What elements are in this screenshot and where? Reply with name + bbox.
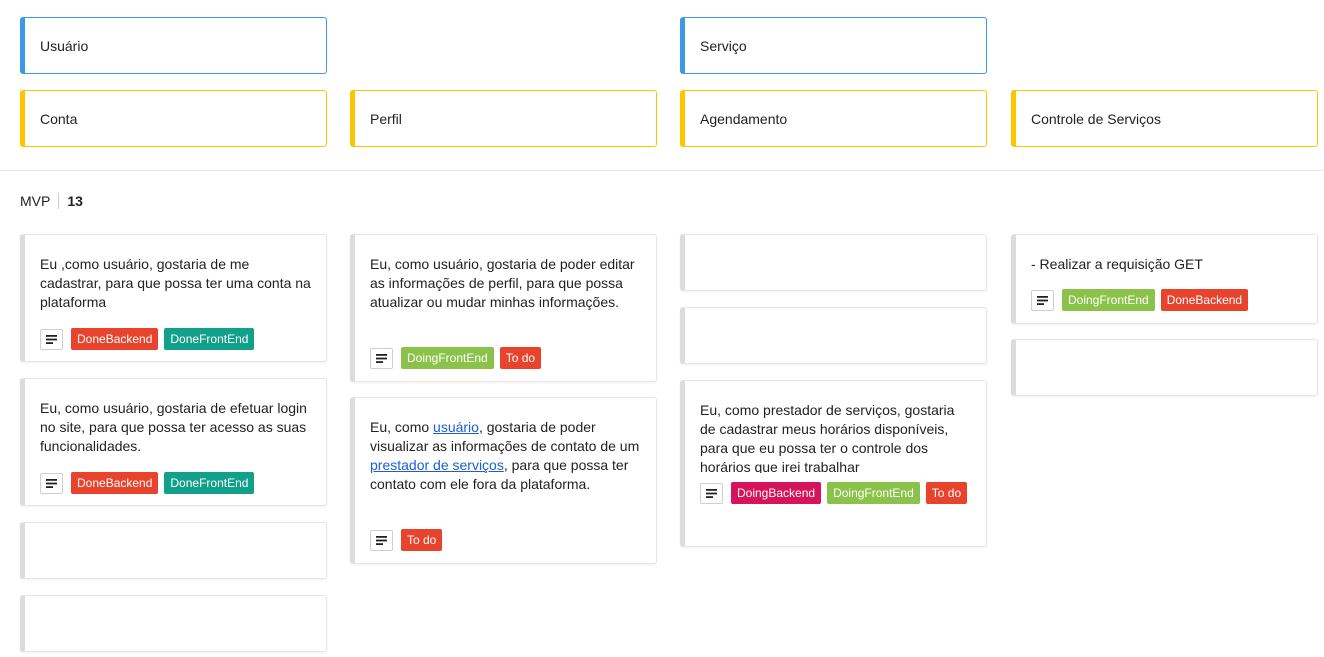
task-label: Agendamento xyxy=(700,110,788,127)
text-lines-icon[interactable] xyxy=(40,328,63,350)
empty-story-card[interactable] xyxy=(680,234,987,291)
task-card[interactable]: Agendamento xyxy=(680,90,987,147)
empty-story-card[interactable] xyxy=(1011,339,1318,396)
task-card[interactable]: Perfil xyxy=(350,90,657,147)
tag-donefrontend[interactable]: DoneFrontEnd xyxy=(164,328,255,350)
empty-story-card[interactable] xyxy=(20,595,327,652)
tag-donebackend[interactable]: DoneBackend xyxy=(71,472,159,494)
tag-doingfrontend[interactable]: DoingFrontEnd xyxy=(827,482,920,504)
activity-label: Serviço xyxy=(700,37,747,54)
story-card[interactable]: Eu, como usuário, gostaria de poder edit… xyxy=(350,234,657,382)
tag-doingfrontend[interactable]: DoingFrontEnd xyxy=(1062,289,1155,311)
tag-donebackend[interactable]: DoneBackend xyxy=(71,328,159,350)
tag-to-do[interactable]: To do xyxy=(401,529,443,551)
text-lines-icon[interactable] xyxy=(1031,289,1054,311)
activity-label: Usuário xyxy=(40,37,89,54)
tag-donebackend[interactable]: DoneBackend xyxy=(1160,289,1249,311)
task-label: Controle de Serviços xyxy=(1031,110,1161,127)
story-tags: To do xyxy=(370,529,448,551)
story-tags: DoingBackend DoingFrontEnd To do xyxy=(700,482,973,504)
story-text: Eu ,como usuário, gostaria de me cadastr… xyxy=(40,256,311,310)
tag-to-do[interactable]: To do xyxy=(499,347,542,369)
story-text: Eu, como usuário, gostaria de poder visu… xyxy=(370,418,642,494)
story-card[interactable]: Eu, como usuário, gostaria de efetuar lo… xyxy=(20,378,327,506)
story-text: Eu, como usuário, gostaria de efetuar lo… xyxy=(40,400,307,454)
story-card[interactable]: Eu ,como usuário, gostaria de me cadastr… xyxy=(20,234,327,362)
story-tags: DoneBackend DoneFrontEnd xyxy=(40,472,260,494)
text-lines-icon[interactable] xyxy=(370,347,393,369)
task-label: Conta xyxy=(40,110,78,127)
persona-link-usuario[interactable]: usuário xyxy=(433,419,479,435)
story-card[interactable]: - Realizar a requisição GET DoingFrontEn… xyxy=(1011,234,1318,324)
story-text-part: Eu, como xyxy=(370,419,434,435)
activity-card[interactable]: Usuário xyxy=(20,17,327,74)
tag-doingbackend[interactable]: DoingBackend xyxy=(731,482,822,504)
story-card[interactable]: Eu, como prestador de serviços, gostaria… xyxy=(680,380,987,547)
text-lines-icon[interactable] xyxy=(370,529,393,551)
divider xyxy=(0,170,1324,171)
story-tags: DoingFrontEnd DoneBackend xyxy=(1031,289,1254,311)
text-lines-icon[interactable] xyxy=(700,482,723,504)
task-card[interactable]: Controle de Serviços xyxy=(1011,90,1318,147)
story-text: Eu, como usuário, gostaria de poder edit… xyxy=(370,256,635,310)
text-lines-icon[interactable] xyxy=(40,472,63,494)
story-text: - Realizar a requisição GET xyxy=(1031,256,1203,272)
persona-link-prestador[interactable]: prestador de serviços xyxy=(370,457,504,473)
empty-story-card[interactable] xyxy=(20,522,327,579)
story-tags: DoneBackend DoneFrontEnd xyxy=(40,328,260,350)
release-name: MVP xyxy=(20,193,51,209)
release-header[interactable]: MVP 13 xyxy=(20,193,83,209)
empty-story-card[interactable] xyxy=(680,307,987,364)
task-label: Perfil xyxy=(370,110,402,127)
story-tags: DoingFrontEnd To do xyxy=(370,347,547,369)
tag-doingfrontend[interactable]: DoingFrontEnd xyxy=(401,347,494,369)
release-points: 13 xyxy=(58,193,83,209)
story-card[interactable]: Eu, como usuário, gostaria de poder visu… xyxy=(350,397,657,564)
story-text: Eu, como prestador de serviços, gostaria… xyxy=(700,402,955,473)
tag-to-do[interactable]: To do xyxy=(925,482,968,504)
activity-card[interactable]: Serviço xyxy=(680,17,987,74)
task-card[interactable]: Conta xyxy=(20,90,327,147)
tag-donefrontend[interactable]: DoneFrontEnd xyxy=(164,472,255,494)
